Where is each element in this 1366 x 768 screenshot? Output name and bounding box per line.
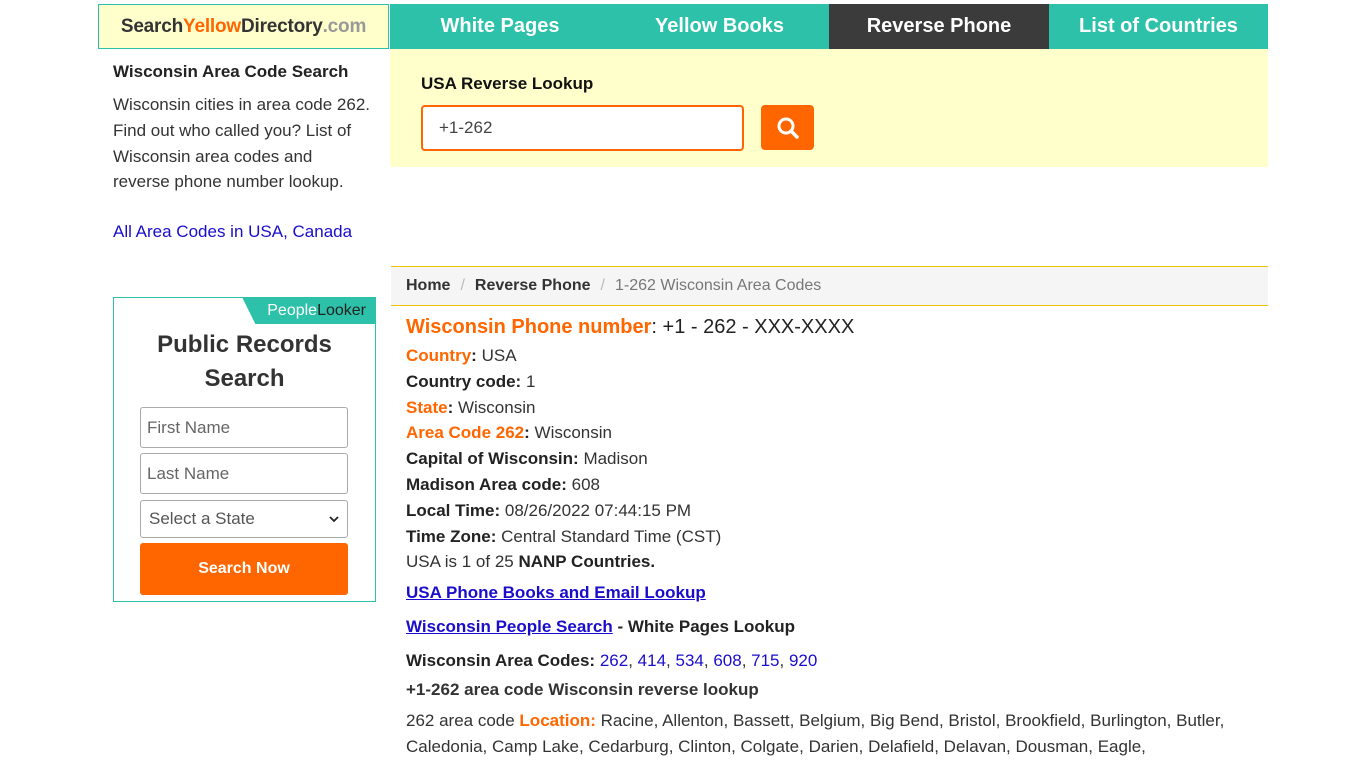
main-nav: White Pages Yellow Books Reverse Phone L… [390,4,1268,49]
phone-lookup-input[interactable] [421,105,744,151]
nav-reverse-phone[interactable]: Reverse Phone [829,4,1049,49]
search-icon [777,117,799,139]
capital-value: Madison [583,449,648,469]
state-label: State [406,397,448,417]
nanp-prefix: USA is 1 of 25 [406,552,519,572]
area-code-link-715[interactable]: 715 [751,651,779,670]
madison-code-value: 608 [571,474,601,494]
chevron-down-icon [329,515,339,522]
capital-label: Capital of Wisconsin: [406,449,579,469]
state-select-value: Select a State [149,509,255,528]
phone-number-heading: Wisconsin Phone number: +1 - 262 - XXX-X… [406,314,1266,340]
country-row: Country: USA [406,346,517,365]
state-select[interactable]: Select a State [140,500,348,538]
breadcrumb-separator: / [460,277,465,294]
heading-value: : +1 - 262 - XXX-XXXX [651,316,855,338]
location-label: Location: [519,711,596,731]
state-row: State: Wisconsin [406,397,536,417]
nanp-suffix: . [650,552,656,572]
area-code-link-920[interactable]: 920 [789,651,817,670]
first-name-input[interactable] [140,407,348,448]
nanp-countries-link[interactable]: NANP Countries [518,552,650,571]
state-value: Wisconsin [457,397,536,417]
madison-code-row: Madison Area code: 608 [406,472,1266,498]
public-records-widget: PeopleLooker Public Records Search Selec… [113,297,376,602]
country-value: USA [481,346,517,365]
nanp-row: USA is 1 of 25 NANP Countries. [406,549,1266,575]
people-search-suffix: - White Pages Lookup [612,616,796,636]
reverse-lookup-heading: +1-262 area code Wisconsin reverse looku… [406,679,759,699]
madison-code-label: Madison Area code: [406,474,567,494]
site-logo[interactable]: Search Yellow Directory .com [98,4,389,49]
usa-phone-books-link[interactable]: USA Phone Books and Email Lookup [406,583,706,602]
country-code-label: Country code: [406,371,522,391]
location-prefix: 262 area code [406,711,520,731]
area-codes-row: Wisconsin Area Codes: 262, 414, 534, 608… [406,650,818,670]
country-code-value: 1 [525,371,536,391]
nav-list-of-countries[interactable]: List of Countries [1049,4,1268,49]
area-code-value: Wisconsin [534,423,612,443]
sidebar-description: Wisconsin cities in area code 262. Find … [113,95,371,192]
phone-books-row: USA Phone Books and Email Lookup [406,580,1266,606]
logo-search: Search [120,15,184,37]
public-records-title: Public Records Search [157,331,332,392]
locations-row: 262 area code Location: Racine, Allenton… [406,708,1256,760]
people-search-row: Wisconsin People Search - White Pages Lo… [406,614,1266,640]
country-label: Country [406,346,472,365]
country-code-row: Country code: 1 [406,369,1266,395]
breadcrumb-reverse-phone[interactable]: Reverse Phone [475,277,591,295]
logo-directory: Directory [240,15,323,37]
area-codes-label: Wisconsin Area Codes: [406,650,596,670]
area-code-link-608[interactable]: 608 [713,651,741,670]
nav-yellow-books[interactable]: Yellow Books [610,4,829,49]
nav-white-pages[interactable]: White Pages [390,4,610,49]
breadcrumb: Home / Reverse Phone / 1-262 Wisconsin A… [391,266,1268,306]
people-looker-people: People [267,301,318,319]
time-zone-row: Time Zone: Central Standard Time (CST) [406,524,1266,550]
breadcrumb-current: 1-262 Wisconsin Area Codes [614,277,822,294]
wisconsin-people-search-link[interactable]: Wisconsin People Search [406,617,613,636]
reverse-lookup-title: USA Reverse Lookup [421,74,594,93]
area-code-row: Area Code 262: Wisconsin [406,423,612,443]
capital-row: Capital of Wisconsin: Madison [406,446,1266,472]
area-code-link-534[interactable]: 534 [675,651,703,670]
local-time-value: 08/26/2022 07:44:15 PM [504,500,692,520]
last-name-input[interactable] [140,453,348,494]
breadcrumb-home[interactable]: Home [406,277,450,295]
search-now-button[interactable]: Search Now [140,543,348,595]
area-code-label: Area Code 262 [406,423,525,443]
area-code-link-414[interactable]: 414 [638,651,666,670]
local-time-row: Local Time: 08/26/2022 07:44:15 PM [406,498,1266,524]
logo-yellow: Yellow [183,15,241,37]
area-code-link-262[interactable]: 262 [600,651,628,670]
all-area-codes-link[interactable]: All Area Codes in USA, Canada [113,222,352,242]
sidebar-title: Wisconsin Area Code Search [113,62,349,81]
local-time-label: Local Time: [406,500,501,520]
area-code-info: Wisconsin Phone number: +1 - 262 - XXX-X… [406,314,1266,760]
breadcrumb-separator: / [600,277,605,294]
time-zone-label: Time Zone: [406,526,497,546]
logo-com: .com [322,15,367,37]
people-looker-looker: Looker [317,301,366,319]
heading-label: Wisconsin Phone number [406,316,652,338]
time-zone-value: Central Standard Time (CST) [501,526,722,546]
people-looker-logo[interactable]: People Looker [242,297,376,324]
lookup-search-button[interactable] [761,105,814,150]
